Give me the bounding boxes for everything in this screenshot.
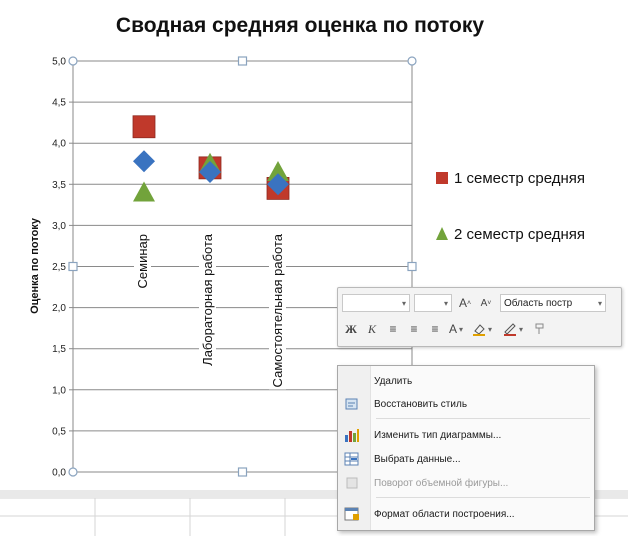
y-tick-label: 3,5 xyxy=(52,180,66,191)
y-tick-label: 4,0 xyxy=(52,139,66,150)
category-label-group: Семинар xyxy=(134,232,151,291)
y-tick-label: 2,0 xyxy=(52,303,66,314)
3d-rotation-icon xyxy=(344,475,360,491)
menu-item-delete[interactable]: Удалить xyxy=(338,370,594,392)
legend-square-marker xyxy=(436,172,448,184)
menu-item-label: Выбрать данные... xyxy=(374,453,461,465)
chart-type-icon xyxy=(344,427,360,443)
fill-color-icon[interactable]: ▾ xyxy=(468,319,496,339)
resize-handle[interactable] xyxy=(237,56,248,66)
menu-item-label: Изменить тип диаграммы... xyxy=(374,429,502,441)
format-painter-icon[interactable] xyxy=(530,319,548,339)
align-left-icon[interactable]: ≡ xyxy=(384,319,402,339)
font-color-icon[interactable]: A ▾ xyxy=(447,319,465,339)
outline-color-icon[interactable]: ▾ xyxy=(499,319,527,339)
legend-triangle-marker xyxy=(436,227,448,240)
font-size-dropdown[interactable]: ▾ xyxy=(414,294,452,312)
chart-element-label: Область постр xyxy=(504,297,573,309)
category-label-group: Самостоятельная работа xyxy=(269,231,286,390)
reset-style-icon xyxy=(344,396,360,412)
menu-separator xyxy=(376,497,590,498)
resize-handle[interactable] xyxy=(237,467,248,477)
italic-button[interactable]: К xyxy=(363,319,381,339)
y-tick-label: 5,0 xyxy=(52,57,66,68)
legend-entry[interactable]: 2 семестр средняя xyxy=(454,226,585,243)
series1-square-marker[interactable] xyxy=(132,115,156,139)
y-axis-title[interactable]: Оценка по потоку xyxy=(29,217,41,314)
legend-entry[interactable]: 1 семестр средняя xyxy=(454,170,585,187)
category-label: Самостоятельная работа xyxy=(270,233,285,387)
shrink-font-icon[interactable]: A ˅ xyxy=(477,293,495,313)
grow-font-icon[interactable]: A ˄ xyxy=(456,293,474,313)
menu-item-format-plot-area[interactable]: Формат области построения... xyxy=(338,503,594,525)
category-label: Лабораторная работа xyxy=(200,233,215,366)
menu-item-label: Удалить xyxy=(374,375,413,387)
chart-element-selector[interactable]: Область постр ▾ xyxy=(500,294,606,312)
resize-handle[interactable] xyxy=(68,467,78,477)
menu-separator xyxy=(376,418,590,419)
menu-item-select-data[interactable]: Выбрать данные... xyxy=(338,448,594,470)
menu-item-label: Формат области построения... xyxy=(374,508,515,520)
mini-toolbar[interactable]: ▾ ▾ A ˄ A ˅ Область постр ▾ Ж К ≡ ≡ ≡ A ▾ ▾… xyxy=(337,287,622,347)
category-label-group: Лабораторная работа xyxy=(199,231,216,368)
menu-item-change-chart-type[interactable]: Изменить тип диаграммы... xyxy=(338,424,594,446)
y-tick-label: 1,0 xyxy=(52,385,66,396)
menu-item-label: Поворот объемной фигуры... xyxy=(374,477,509,489)
format-plot-area-icon xyxy=(344,506,360,522)
menu-item-reset-style[interactable]: Восстановить стиль xyxy=(338,393,594,415)
bold-button[interactable]: Ж xyxy=(342,319,360,339)
menu-item-3d-rotation: Поворот объемной фигуры... xyxy=(338,472,594,494)
y-tick-label: 1,5 xyxy=(52,344,66,355)
font-name-dropdown[interactable]: ▾ xyxy=(342,294,410,312)
resize-handle[interactable] xyxy=(68,56,78,66)
chart-title[interactable]: Сводная средняя оценка по потоку xyxy=(116,14,484,37)
legend[interactable]: 1 семестр средняя 2 семестр средняя xyxy=(436,170,585,243)
menu-item-label: Восстановить стиль xyxy=(374,398,468,410)
align-right-icon[interactable]: ≡ xyxy=(426,319,444,339)
delete-icon xyxy=(344,373,360,389)
category-label: Семинар xyxy=(135,234,150,288)
y-tick-label: 0,0 xyxy=(52,468,66,479)
y-tick-label: 3,0 xyxy=(52,221,66,232)
select-data-icon xyxy=(344,451,360,467)
resize-handle[interactable] xyxy=(68,261,78,272)
resize-handle[interactable] xyxy=(407,261,417,272)
context-menu[interactable]: Удалить Восстановить стиль Изменить тип … xyxy=(337,365,595,531)
y-tick-label: 2,5 xyxy=(52,262,66,273)
y-tick-label: 4,5 xyxy=(52,98,66,109)
align-center-icon[interactable]: ≡ xyxy=(405,319,423,339)
y-tick-label: 0,5 xyxy=(52,426,66,437)
resize-handle[interactable] xyxy=(407,56,417,66)
